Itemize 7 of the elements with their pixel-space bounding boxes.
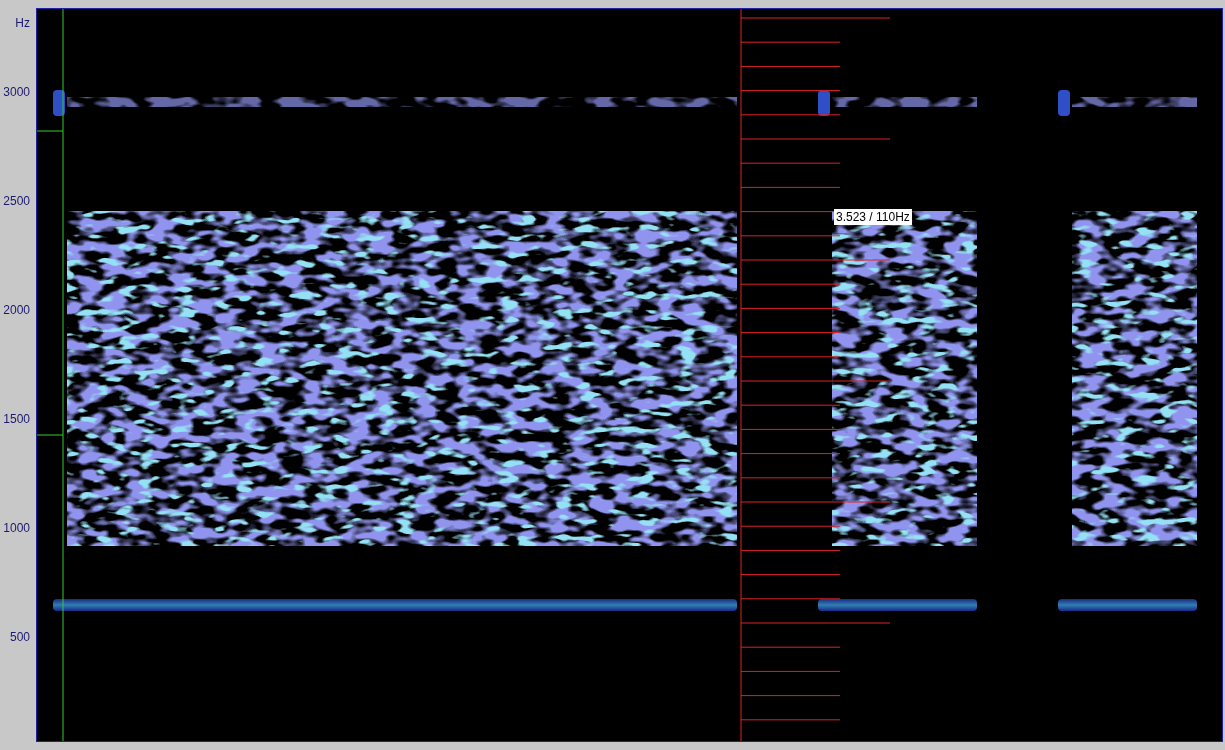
axis-tick-label: 2500 [3, 194, 30, 208]
axis-tick-label: 500 [9, 630, 30, 644]
axis-tick-label: 2000 [3, 303, 30, 317]
axis-tick-label: 3000 [3, 85, 30, 99]
axis-unit-label: Hz [15, 16, 30, 30]
axis-tick-label: 1500 [3, 412, 30, 426]
axis-tick-label: 1000 [3, 521, 30, 535]
